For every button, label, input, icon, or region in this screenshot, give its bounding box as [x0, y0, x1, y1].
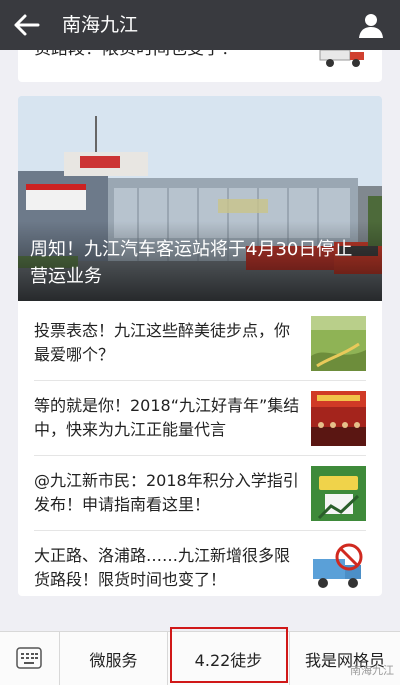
list-item[interactable]: 投票表态！九江这些醉美徒步点，你最爱哪个？	[18, 306, 382, 381]
school-enrollment-thumbnail	[311, 466, 366, 521]
article-title: 投票表态！九江这些醉美徒步点，你最爱哪个？	[34, 321, 291, 364]
article-title: 大正路、洛浦路……九江新增很多限货路段！限货时间也变了！	[34, 546, 291, 589]
page-title: 南海九江	[62, 14, 139, 36]
list-item[interactable]: 等的就是你！2018“九江好青年”集结中，快来为九江正能量代言	[18, 381, 382, 456]
watermark: 南海九江	[350, 664, 394, 677]
truck-thumbnail	[319, 50, 364, 67]
previous-article-card[interactable]: 货路段！限货时间也变了！	[18, 50, 382, 82]
list-item[interactable]: @九江新市民：2018年积分入学指引发布！申请指南看这里！	[18, 456, 382, 531]
arrow-left-icon[interactable]	[12, 11, 42, 39]
article-list-card: 周知！九江汽车客运站将于4月30日停止营运业务 投票表态！九江这些醉美徒步点，你…	[18, 96, 382, 596]
highlight-box	[170, 627, 288, 683]
restricted-truck-thumbnail	[311, 541, 366, 596]
list-item[interactable]: 大正路、洛浦路……九江新增很多限货路段！限货时间也变了！	[18, 531, 382, 596]
person-icon[interactable]	[358, 11, 384, 39]
hiking-trail-thumbnail	[311, 316, 366, 371]
featured-article-caption: 周知！九江汽车客运站将于4月30日停止营运业务	[30, 239, 353, 287]
youth-event-thumbnail	[311, 391, 366, 446]
top-navigation-bar: 南海九江	[0, 0, 400, 50]
keyboard-toggle[interactable]	[0, 632, 60, 685]
featured-article[interactable]: 周知！九江汽车客运站将于4月30日停止营运业务	[18, 96, 382, 301]
keyboard-icon[interactable]	[16, 647, 42, 669]
article-title: 等的就是你！2018“九江好青年”集结中，快来为九江正能量代言	[34, 396, 300, 439]
menu-micro-services[interactable]: 微服务	[60, 632, 168, 685]
article-title: @九江新市民：2018年积分入学指引发布！申请指南看这里！	[34, 471, 299, 514]
previous-article-fragment: 货路段！限货时间也变了！	[34, 50, 238, 59]
